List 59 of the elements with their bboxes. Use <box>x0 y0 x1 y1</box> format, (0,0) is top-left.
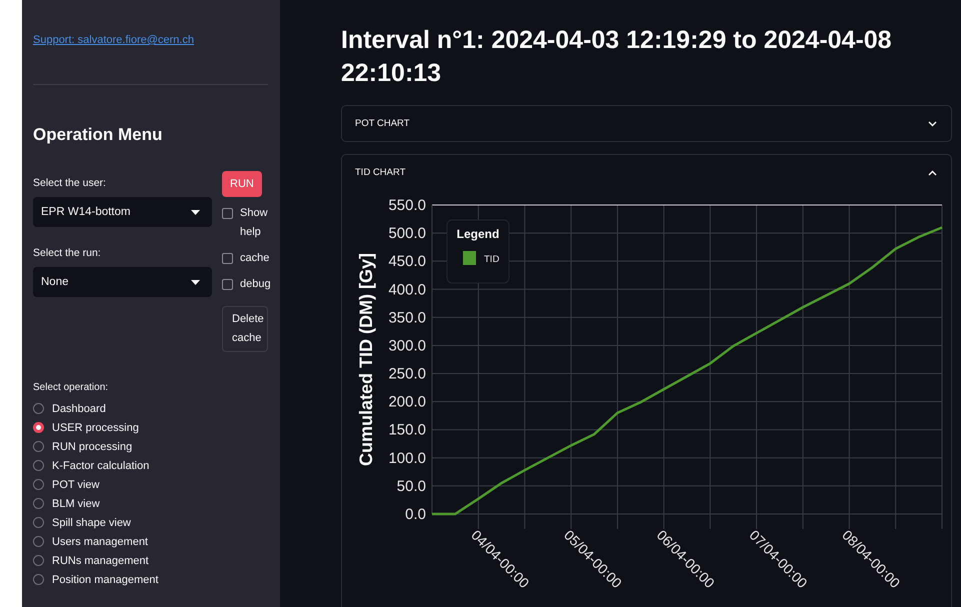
chevron-up-icon <box>928 170 937 176</box>
delete-cache-button[interactable]: Delete cache <box>222 306 268 352</box>
support-link[interactable]: Support: salvatore.fiore@cern.ch <box>33 34 194 46</box>
checkbox-label[interactable]: cache <box>240 249 272 268</box>
radio-label[interactable]: Users management <box>52 536 148 548</box>
radio-label[interactable]: USER processing <box>52 422 139 434</box>
y-tick-label: 100.0 <box>388 450 426 467</box>
interval-title: Interval n°1: 2024-04-03 12:19:29 to 2024-04-08 22:10:13 <box>341 25 893 89</box>
radio-button[interactable] <box>33 422 44 433</box>
radio-button[interactable] <box>33 441 44 452</box>
y-tick-label: 200.0 <box>388 394 426 411</box>
radio-button[interactable] <box>33 479 44 490</box>
radio-button[interactable] <box>33 460 44 471</box>
radio-button[interactable] <box>33 403 44 414</box>
expander-header[interactable]: POT CHART <box>342 106 951 141</box>
y-tick-label: 450.0 <box>388 253 426 270</box>
y-tick-label: 150.0 <box>388 422 426 439</box>
run-button[interactable]: RUN <box>222 171 262 197</box>
checkbox[interactable] <box>222 208 233 219</box>
radio-label[interactable]: Position management <box>52 574 158 586</box>
y-tick-label: 550.0 <box>388 197 426 214</box>
legend-label: TID <box>484 254 500 265</box>
y-axis-label: Cumulated TID (DM) [Gy] <box>356 253 376 466</box>
legend-box <box>446 220 510 284</box>
radio-label[interactable]: Dashboard <box>52 402 106 414</box>
legend-title: Legend <box>456 227 500 241</box>
checkbox-label[interactable]: Show help <box>240 204 272 242</box>
radio-button[interactable] <box>33 574 44 585</box>
y-tick-label: 300.0 <box>388 337 426 354</box>
radio-label[interactable]: BLM view <box>52 498 100 510</box>
menu-heading: Operation Menu <box>33 125 164 145</box>
dropdown-caret-icon <box>191 280 200 284</box>
y-tick-label: 0.0 <box>405 506 426 523</box>
radio-button[interactable] <box>33 536 44 547</box>
field-label: Select the run: <box>33 247 102 259</box>
expander-header[interactable]: TID CHART <box>342 155 951 190</box>
dropdown-caret-icon <box>191 210 200 214</box>
checkbox[interactable] <box>222 253 233 264</box>
radio-label[interactable]: POT view <box>52 478 100 490</box>
y-tick-label: 350.0 <box>388 309 426 326</box>
checkbox-label[interactable]: debug <box>240 275 272 294</box>
run-dropdown[interactable]: None <box>33 267 212 297</box>
y-tick-label: 500.0 <box>388 225 426 242</box>
user-dropdown[interactable]: EPR W14-bottom <box>33 197 212 227</box>
y-tick-label: 50.0 <box>396 478 426 495</box>
chevron-down-icon <box>928 120 937 126</box>
radio-label[interactable]: K-Factor calculation <box>52 460 150 472</box>
field-label: Select the user: <box>33 177 107 189</box>
legend-swatch <box>463 251 476 265</box>
radio-label[interactable]: Spill shape view <box>52 516 131 528</box>
checkbox[interactable] <box>222 279 233 290</box>
radio-button[interactable] <box>33 555 44 566</box>
radio-label[interactable]: RUN processing <box>52 440 132 452</box>
radio-button[interactable] <box>33 517 44 528</box>
radio-button[interactable] <box>33 498 44 509</box>
y-tick-label: 400.0 <box>388 281 426 298</box>
y-tick-label: 250.0 <box>388 366 426 383</box>
field-label: Select operation: <box>33 382 110 393</box>
radio-label[interactable]: RUNs management <box>52 554 149 566</box>
